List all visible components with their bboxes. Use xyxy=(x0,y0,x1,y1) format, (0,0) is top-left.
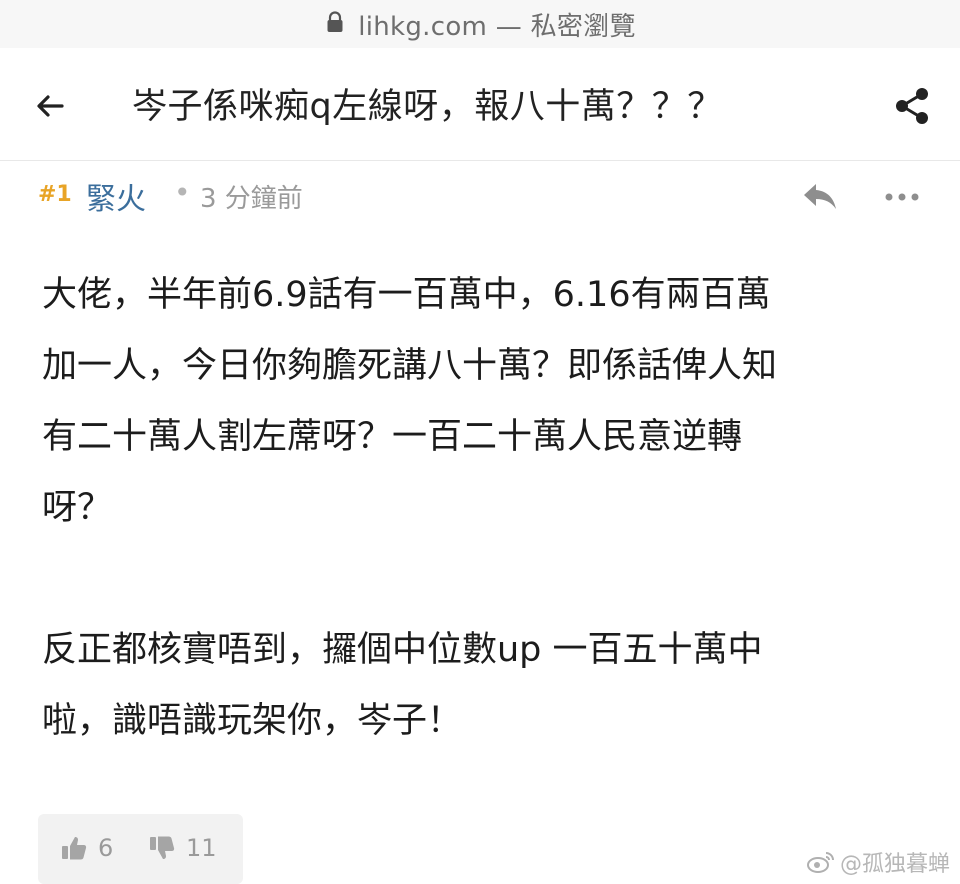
dislike-count: 11 xyxy=(186,834,217,862)
post-line: 有二十萬人割左蓆呀？一百二十萬人民意逆轉 xyxy=(42,417,743,457)
reply-icon[interactable] xyxy=(800,178,840,214)
share-icon[interactable] xyxy=(890,84,934,128)
post-paragraph-1: 大佬，半年前6.9話有一百萬中，6.16有兩百萬 加一人，今日你夠膽死講八十萬？… xyxy=(42,260,942,544)
post-line: 加一人，今日你夠膽死講八十萬？即係話俾人知 xyxy=(42,346,778,386)
post-line: 呀？ xyxy=(42,488,113,528)
like-count: 6 xyxy=(98,834,114,862)
post-line: 反正都核實唔到，攞個中位數up 一百五十萬中 xyxy=(42,630,763,670)
thread-title: 岑子係咪痴q左線呀，報八十萬？？？ xyxy=(132,87,723,127)
post-time: 3 分鐘前 xyxy=(200,184,303,214)
like-button[interactable]: 6 xyxy=(60,834,113,862)
back-arrow-icon[interactable] xyxy=(28,86,72,126)
vote-box: 6 11 xyxy=(38,814,243,884)
thread-header: 岑子係咪痴q左線呀，報八十萬？？？ xyxy=(0,48,960,161)
floor-number: #1 xyxy=(38,182,72,207)
thumbs-up-icon xyxy=(62,837,87,860)
meta-separator: • xyxy=(174,176,191,209)
dislike-button[interactable]: 11 xyxy=(148,834,217,862)
lock-icon xyxy=(327,11,343,32)
url-text: lihkg.com — 私密瀏覽 xyxy=(358,11,636,42)
post-line: 大佬，半年前6.9話有一百萬中，6.16有兩百萬 xyxy=(42,275,771,315)
post-meta: #1 緊火 • 3 分鐘前 xyxy=(0,162,960,226)
post-line: 啦，識唔識玩架你，岑子！ xyxy=(42,701,463,741)
watermark: @孤独暮蝉 xyxy=(806,846,950,878)
watermark-text: @孤独暮蝉 xyxy=(840,852,951,877)
post-body: 大佬，半年前6.9話有一百萬中，6.16有兩百萬 加一人，今日你夠膽死講八十萬？… xyxy=(42,260,942,757)
browser-url-bar[interactable]: lihkg.com — 私密瀏覽 xyxy=(0,0,960,49)
more-horizontal-icon[interactable] xyxy=(882,182,922,212)
post-paragraph-2: 反正都核實唔到，攞個中位數up 一百五十萬中 啦，識唔識玩架你，岑子！ xyxy=(42,615,942,757)
thumbs-down-icon xyxy=(150,836,175,859)
page: lihkg.com — 私密瀏覽 岑子係咪痴q左線呀，報八十萬？？？ #1 緊火… xyxy=(0,0,960,884)
weibo-logo-icon xyxy=(807,852,834,873)
username-link[interactable]: 緊火 xyxy=(86,174,146,218)
